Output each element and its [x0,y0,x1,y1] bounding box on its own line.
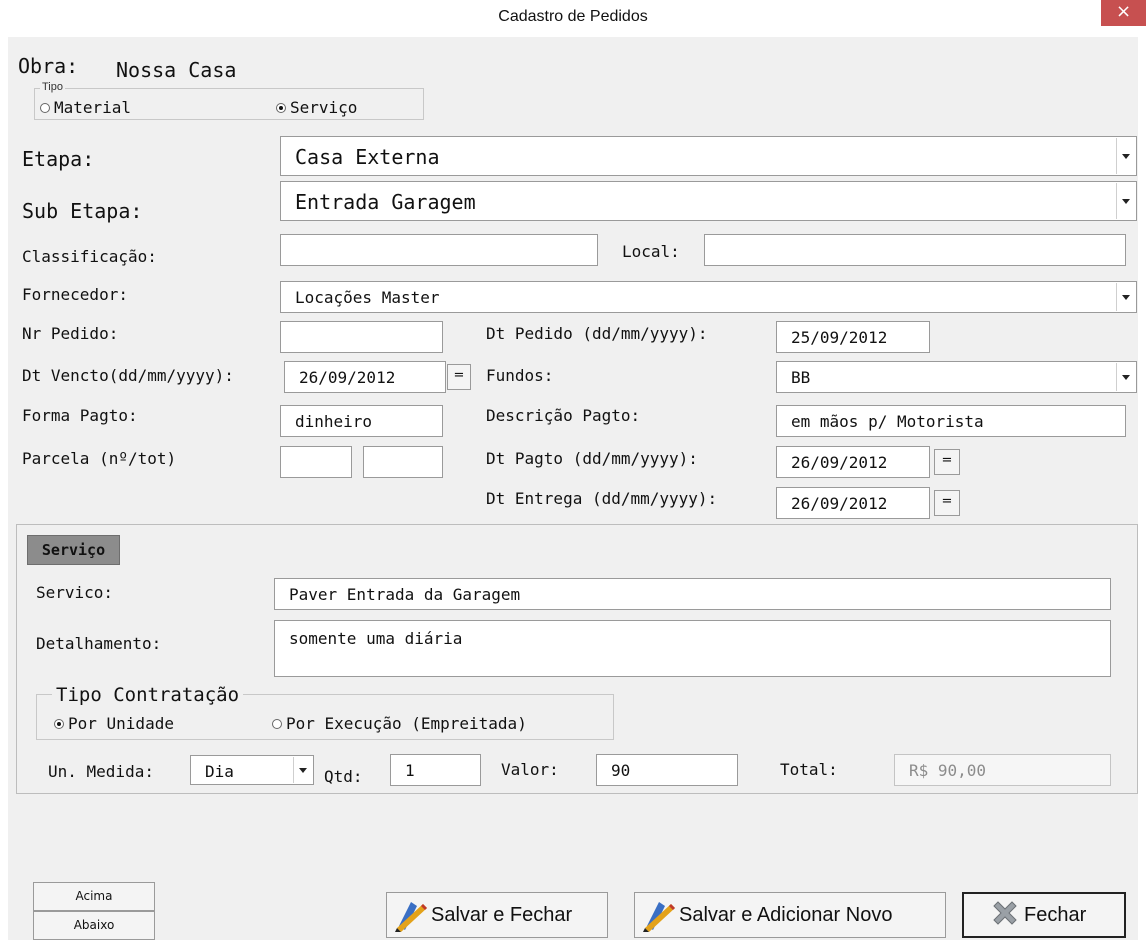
servico-input[interactable]: Paver Entrada da Garagem [274,578,1111,610]
sub-etapa-value: Entrada Garagem [295,190,476,214]
por-unidade-radio[interactable]: Por Unidade [54,714,174,733]
tipo-servico-label: Serviço [290,98,358,117]
por-unidade-label: Por Unidade [68,714,174,733]
window-close-button[interactable]: × [1101,0,1146,26]
dt-pedido-label: Dt Pedido (dd/mm/yyyy): [486,324,708,343]
fechar-button[interactable]: Fechar [962,892,1126,938]
dt-entrega-label: Dt Entrega (dd/mm/yyyy): [486,489,718,508]
forma-pagto-label: Forma Pagto: [22,406,138,425]
local-input[interactable] [704,234,1126,266]
salvar-novo-button[interactable]: Salvar e Adicionar Novo [634,892,946,938]
nr-pedido-input[interactable] [280,321,443,353]
descricao-pagto-label: Descrição Pagto: [486,406,641,425]
salvar-fechar-button[interactable]: Salvar e Fechar [386,892,608,938]
qtd-input[interactable]: 1 [390,754,481,786]
un-medida-select[interactable]: Dia [190,755,314,785]
salvar-novo-label: Salvar e Adicionar Novo [679,903,893,926]
etapa-label: Etapa: [22,147,95,171]
dt-pagto-picker-button[interactable]: = [934,449,960,475]
tipo-contratacao-legend: Tipo Contratação [52,684,244,706]
fornecedor-value: Locações Master [295,288,440,307]
chevron-down-icon[interactable] [1116,363,1135,391]
chevron-down-icon[interactable] [293,757,312,783]
fundos-label: Fundos: [486,366,554,385]
dt-pagto-input[interactable]: 26/09/2012 [776,446,930,478]
tipo-legend: Tipo [40,81,65,93]
por-execucao-label: Por Execução (Empreitada) [286,714,527,733]
salvar-fechar-label: Salvar e Fechar [431,903,573,926]
local-label: Local: [622,242,680,261]
dt-pedido-input[interactable]: 25/09/2012 [776,321,930,353]
por-execucao-radio[interactable]: Por Execução (Empreitada) [272,714,527,733]
dt-vencto-input[interactable]: 26/09/2012 [284,361,446,393]
etapa-value: Casa Externa [295,145,440,169]
classificacao-input[interactable] [280,234,598,266]
radio-unchecked-icon [272,718,282,729]
sub-etapa-label: Sub Etapa: [22,199,143,223]
x-close-icon [993,901,1017,925]
dt-pagto-label: Dt Pagto (dd/mm/yyyy): [486,449,698,468]
un-medida-label: Un. Medida: [48,762,154,781]
total-field: R$ 90,00 [894,754,1111,786]
fundos-value: BB [791,368,811,387]
acima-button[interactable]: Acima [33,882,155,911]
chevron-down-icon[interactable] [1116,183,1135,219]
fornecedor-select[interactable]: Locações Master [280,281,1137,313]
pencil-save-icon [395,902,427,932]
classificacao-label: Classificação: [22,247,157,266]
descricao-pagto-input[interactable]: em mãos p/ Motorista [776,405,1126,437]
window-title: Cadastro de Pedidos [498,8,648,25]
fundos-select[interactable]: BB [776,361,1137,393]
dt-vencto-label: Dt Vencto(dd/mm/yyyy): [22,366,234,385]
radio-unchecked-icon [40,102,50,113]
obra-label: Obra: [18,54,79,78]
total-label: Total: [780,760,838,779]
etapa-select[interactable]: Casa Externa [280,136,1137,176]
tab-servico[interactable]: Serviço [27,535,120,565]
valor-label: Valor: [501,760,559,779]
tipo-servico-radio[interactable]: Serviço [276,98,357,117]
pencil-save-icon [643,902,675,932]
fechar-label: Fechar [1024,903,1087,926]
abaixo-button[interactable]: Abaixo [33,911,155,940]
parcela-total-input[interactable] [363,446,443,478]
qtd-label: Qtd: [324,767,363,786]
detalhamento-textarea[interactable]: somente uma diária [274,620,1111,677]
valor-input[interactable]: 90 [596,754,738,786]
servico-label: Servico: [36,583,114,602]
fornecedor-label: Fornecedor: [22,285,128,304]
chevron-down-icon[interactable] [1116,283,1135,311]
forma-pagto-input[interactable]: dinheiro [280,405,443,437]
chevron-down-icon[interactable] [1116,138,1135,174]
dt-entrega-input[interactable]: 26/09/2012 [776,487,930,519]
un-medida-value: Dia [205,762,234,781]
obra-value: Nossa Casa [116,58,237,82]
dt-entrega-picker-button[interactable]: = [934,490,960,516]
radio-checked-icon [276,102,286,113]
tipo-material-label: Material [54,98,132,117]
parcela-numero-input[interactable] [280,446,352,478]
radio-checked-icon [54,718,64,729]
parcela-label: Parcela (nº/tot) [22,449,177,468]
sub-etapa-select[interactable]: Entrada Garagem [280,181,1137,221]
dt-vencto-picker-button[interactable]: = [447,364,471,390]
tipo-material-radio[interactable]: Material [40,98,131,117]
nr-pedido-label: Nr Pedido: [22,324,119,343]
detalhamento-label: Detalhamento: [36,634,162,653]
